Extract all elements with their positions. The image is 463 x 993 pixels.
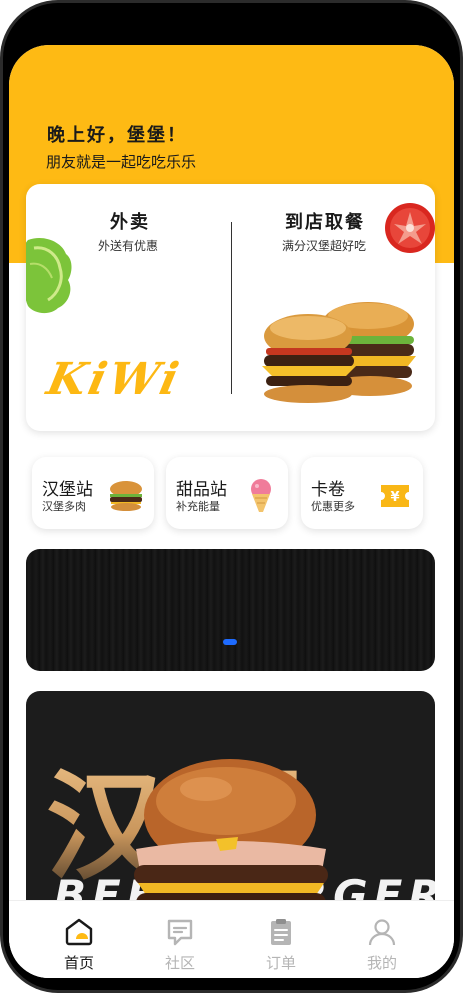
- shortcut-dessert-station[interactable]: 甜品站 补充能量: [166, 457, 288, 529]
- pickup-section[interactable]: 到店取餐 满分汉堡超好吃: [232, 184, 435, 431]
- greeting-title: 晚上好，堡堡！: [47, 125, 187, 146]
- user-icon: [368, 919, 396, 946]
- tab-profile[interactable]: 我的: [332, 901, 432, 978]
- brand-logo: KiWi: [42, 354, 186, 405]
- bottom-tab-bar: 首页 社区 订单 我的: [9, 900, 454, 978]
- shortcut-title: 甜品站: [176, 480, 227, 500]
- shortcut-coupons[interactable]: 卡卷 优惠更多 ¥: [301, 457, 423, 529]
- shortcut-subtitle: 优惠更多: [311, 500, 355, 513]
- carousel-indicator[interactable]: [223, 639, 237, 645]
- tab-home[interactable]: 首页: [29, 901, 129, 978]
- lettuce-icon: [26, 237, 72, 313]
- shortcut-burger-station[interactable]: 汉堡站 汉堡多肉: [32, 457, 154, 529]
- clipboard-icon: [271, 919, 291, 945]
- chat-icon: [167, 919, 193, 946]
- burger-icon: [110, 481, 142, 511]
- tab-orders[interactable]: 订单: [231, 901, 331, 978]
- shortcut-subtitle: 汉堡多肉: [42, 500, 86, 513]
- tab-label: 订单: [265, 954, 296, 972]
- ice-cream-icon: [251, 479, 271, 512]
- tab-label: 首页: [63, 954, 94, 972]
- home-icon: [65, 918, 93, 946]
- tomato-icon: [385, 203, 435, 253]
- delivery-subtitle: 外送有优惠: [98, 239, 159, 253]
- tab-community[interactable]: 社区: [130, 901, 230, 978]
- burger-image: [262, 302, 416, 403]
- coupon-icon: ¥: [381, 485, 409, 507]
- pickup-title: 到店取餐: [285, 212, 365, 233]
- delivery-section[interactable]: 外卖 外送有优惠 KiWi: [26, 184, 230, 431]
- tab-label: 我的: [366, 954, 397, 972]
- tab-label: 社区: [164, 954, 195, 972]
- shortcut-title: 汉堡站: [42, 480, 93, 500]
- pickup-subtitle: 满分汉堡超好吃: [282, 239, 367, 253]
- svg-text:¥: ¥: [390, 490, 399, 505]
- shortcut-subtitle: 补充能量: [176, 500, 220, 513]
- greeting-subtitle: 朋友就是一起吃吃乐乐: [46, 153, 197, 171]
- delivery-title: 外卖: [110, 212, 150, 233]
- shortcut-title: 卡卷: [311, 480, 345, 500]
- phone-frame: 晚上好，堡堡！ 朋友就是一起吃吃乐乐 外卖 外送有优惠 KiWi 到店取餐 满分…: [0, 0, 463, 993]
- carousel-banner[interactable]: [26, 549, 435, 671]
- app-screen: 晚上好，堡堡！ 朋友就是一起吃吃乐乐 外卖 外送有优惠 KiWi 到店取餐 满分…: [9, 45, 454, 978]
- service-card: 外卖 外送有优惠 KiWi 到店取餐 满分汉堡超好吃: [26, 184, 435, 431]
